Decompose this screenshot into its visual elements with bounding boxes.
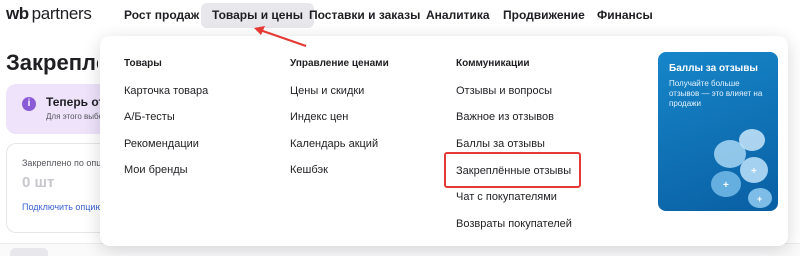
column-title-price-management: Управление ценами bbox=[290, 58, 389, 69]
ad-card-text: Получайте больше отзывов — это влияет на… bbox=[669, 79, 763, 108]
svg-text:+: + bbox=[757, 194, 762, 204]
highlight-annotation-box bbox=[444, 152, 581, 188]
connect-option-link[interactable]: Подключить опцию bbox=[22, 202, 102, 212]
stat-value: 0 шт bbox=[22, 174, 55, 191]
column-title-communications: Коммуникации bbox=[456, 58, 530, 69]
svg-text:+: + bbox=[723, 180, 729, 191]
bottom-tab[interactable] bbox=[10, 248, 48, 256]
menu-item-important-reviews[interactable]: Важное из отзывов bbox=[456, 111, 554, 123]
wb-partners-logo[interactable]: wb partners bbox=[6, 4, 92, 26]
menu-item-promo-calendar[interactable]: Календарь акций bbox=[290, 138, 378, 150]
nav-item-supplies-orders[interactable]: Поставки и заказы bbox=[298, 3, 431, 28]
menu-item-ab-tests[interactable]: А/Б-тесты bbox=[124, 111, 175, 123]
menu-item-product-card[interactable]: Карточка товара bbox=[124, 85, 208, 97]
logo-partners: partners bbox=[31, 4, 92, 23]
menu-item-prices-discounts[interactable]: Цены и скидки bbox=[290, 85, 364, 97]
coins-illustration-icon: + + + bbox=[711, 129, 772, 208]
nav-item-promotion[interactable]: Продвижение bbox=[492, 3, 596, 28]
menu-item-recommendations[interactable]: Рекомендации bbox=[124, 138, 199, 150]
svg-text:+: + bbox=[751, 166, 757, 177]
page-title: Закреплённые отзывы bbox=[6, 50, 98, 75]
menu-item-cashback[interactable]: Кешбэк bbox=[290, 164, 328, 176]
column-title-goods: Товары bbox=[124, 58, 162, 69]
info-icon: i bbox=[22, 97, 36, 111]
info-banner-title: Теперь отзывы bbox=[46, 95, 106, 109]
menu-item-buyer-returns[interactable]: Возвраты покупателей bbox=[456, 218, 572, 230]
top-navigation: wb partners Рост продаж Товары и цены По… bbox=[0, 0, 800, 32]
nav-item-finance[interactable]: Финансы bbox=[586, 3, 664, 28]
menu-item-reviews-questions[interactable]: Отзывы и вопросы bbox=[456, 85, 552, 97]
annotation-arrow-icon bbox=[254, 26, 307, 47]
nav-item-analytics[interactable]: Аналитика bbox=[415, 3, 501, 28]
review-points-ad-card[interactable]: Баллы за отзывы Получайте больше отзывов… bbox=[658, 52, 778, 211]
menu-item-my-brands[interactable]: Мои бренды bbox=[124, 164, 188, 176]
info-banner-text: Для этого выберите bbox=[46, 112, 106, 121]
nav-item-growth[interactable]: Рост продаж bbox=[113, 3, 210, 28]
menu-item-buyer-chat[interactable]: Чат с покупателями bbox=[456, 191, 557, 203]
menu-item-price-index[interactable]: Индекс цен bbox=[290, 111, 348, 123]
ad-card-title: Баллы за отзывы bbox=[669, 63, 758, 74]
menu-item-review-points[interactable]: Баллы за отзывы bbox=[456, 138, 545, 150]
stat-label: Закреплено по опции bbox=[22, 158, 102, 168]
goods-prices-dropdown: Товары Карточка товара А/Б-тесты Рекомен… bbox=[100, 36, 788, 246]
logo-wb: wb bbox=[6, 4, 29, 23]
